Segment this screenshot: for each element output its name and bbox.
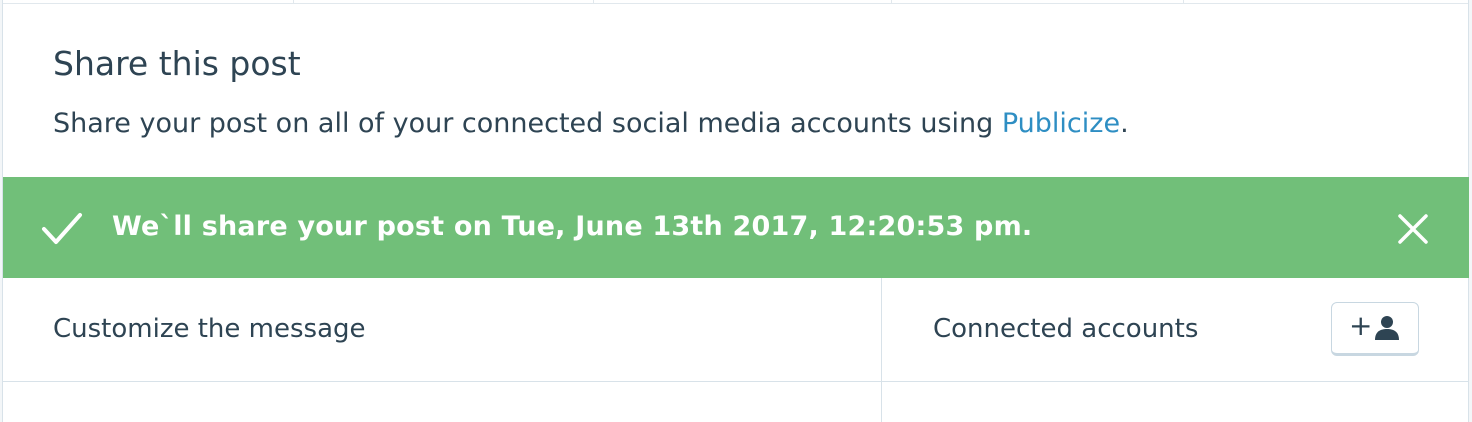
column-divider bbox=[881, 278, 882, 422]
connected-accounts-label: Connected accounts bbox=[933, 314, 1199, 344]
section-header-row: Customize the message Connected accounts… bbox=[3, 278, 1468, 382]
divider-tick bbox=[293, 0, 294, 4]
success-notice: We`ll share your post on Tue, June 13th … bbox=[3, 177, 1469, 278]
plus-icon: + bbox=[1349, 309, 1373, 342]
notice-message: We`ll share your post on Tue, June 13th … bbox=[112, 211, 1033, 242]
checkmark-icon bbox=[42, 213, 82, 244]
customize-message-label: Customize the message bbox=[53, 314, 366, 344]
share-post-panel: Share this post Share your post on all o… bbox=[2, 0, 1469, 422]
add-account-button[interactable]: + bbox=[1331, 302, 1419, 356]
divider-tick bbox=[593, 0, 594, 4]
top-divider bbox=[3, 0, 1468, 4]
share-description: Share your post on all of your connected… bbox=[53, 107, 1129, 141]
divider-tick bbox=[1183, 0, 1184, 4]
close-icon[interactable] bbox=[1393, 209, 1433, 249]
description-text: Share your post on all of your connected… bbox=[53, 108, 1002, 139]
page-title: Share this post bbox=[53, 44, 301, 83]
publicize-link[interactable]: Publicize bbox=[1002, 108, 1120, 139]
description-suffix: . bbox=[1120, 108, 1129, 139]
divider-tick bbox=[891, 0, 892, 4]
person-icon bbox=[1375, 316, 1399, 340]
